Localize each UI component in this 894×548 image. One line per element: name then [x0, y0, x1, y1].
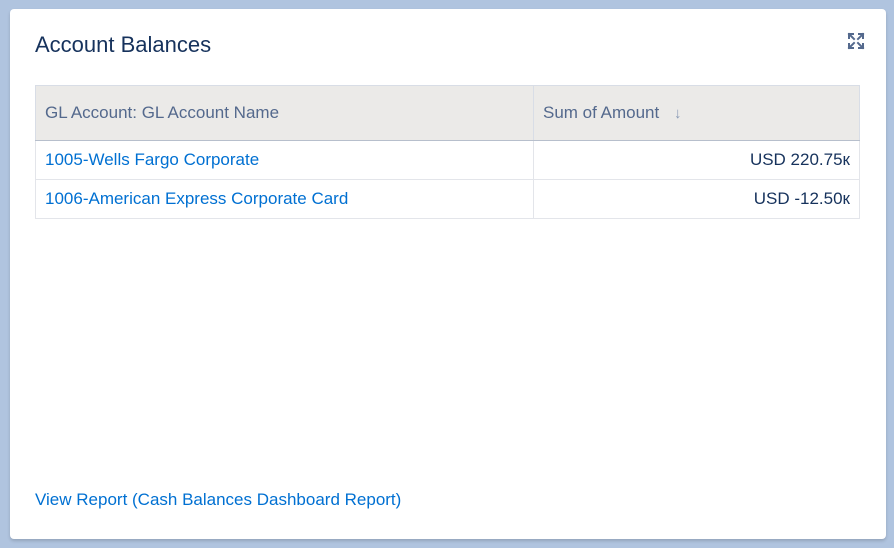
expand-icon — [847, 32, 865, 50]
arrow-down-icon: ↓ — [673, 105, 682, 122]
table-row: 1005-Wells Fargo Corporate USD 220.75к — [35, 140, 860, 180]
card-title: Account Balances — [35, 32, 212, 57]
amount-cell: USD -12.50к — [533, 179, 860, 219]
expand-button[interactable] — [844, 29, 868, 53]
dashboard-card: Account Balances GL Account: GL Account … — [10, 9, 886, 539]
column-header-account-name[interactable]: GL Account: GL Account Name — [35, 85, 534, 141]
report-table-container: GL Account: GL Account Name Sum of Amoun… — [35, 85, 860, 219]
table-header-row: GL Account: GL Account Name Sum of Amoun… — [35, 85, 860, 141]
column-header-sum-of-amount[interactable]: Sum of Amount ↓ — [533, 85, 860, 141]
view-report-link[interactable]: View Report (Cash Balances Dashboard Rep… — [35, 490, 401, 510]
report-table: GL Account: GL Account Name Sum of Amoun… — [35, 85, 860, 219]
account-name-cell: 1006-American Express Corporate Card — [35, 179, 534, 219]
column-header-label: Sum of Amount — [543, 103, 660, 122]
amount-cell: USD 220.75к — [533, 140, 860, 180]
column-header-label: GL Account: GL Account Name — [45, 103, 280, 122]
account-link[interactable]: 1006-American Express Corporate Card — [45, 189, 348, 208]
account-name-cell: 1005-Wells Fargo Corporate — [35, 140, 534, 180]
table-row: 1006-American Express Corporate Card USD… — [35, 179, 860, 219]
account-link[interactable]: 1005-Wells Fargo Corporate — [45, 150, 259, 169]
